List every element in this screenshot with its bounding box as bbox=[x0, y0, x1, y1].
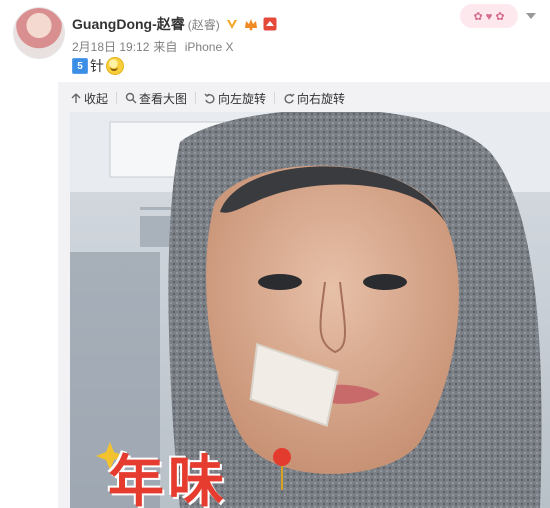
arrow-up-icon bbox=[71, 93, 81, 103]
rotate-left-icon bbox=[204, 93, 215, 104]
rotate-right-label: 向右旋转 bbox=[297, 91, 346, 106]
chevron-down-icon[interactable] bbox=[526, 13, 536, 19]
media-toolbar: 收起 查看大图 向左旋转 向右旋转 bbox=[70, 90, 345, 106]
toolbar-divider bbox=[274, 92, 276, 104]
new-year-text: 年味 bbox=[108, 450, 228, 508]
rotate-right-icon bbox=[284, 93, 295, 104]
author-remark: (赵睿) bbox=[187, 17, 220, 32]
keycap-number: 5 bbox=[72, 58, 88, 74]
author-row: GuangDong-赵睿 (赵睿) bbox=[72, 14, 277, 34]
rotate-left-button[interactable]: 向左旋转 bbox=[204, 90, 266, 107]
post-meta: 2月18日 19:12 来自 iPhone X bbox=[72, 38, 237, 55]
toolbar-divider bbox=[116, 92, 118, 104]
post-photo[interactable]: 年味 bbox=[70, 112, 550, 508]
source-prefix: 来自 bbox=[153, 40, 178, 54]
post-timestamp[interactable]: 2月18日 19:12 bbox=[72, 40, 149, 54]
collapse-label: 收起 bbox=[84, 91, 109, 106]
activity-badge-icon bbox=[263, 17, 277, 31]
view-large-button[interactable]: 查看大图 bbox=[125, 90, 187, 107]
smile-emoji-icon bbox=[106, 57, 124, 75]
weibo-post-card: GuangDong-赵睿 (赵睿) 2月18日 19:12 来自 iPhone X… bbox=[0, 0, 550, 508]
post-text-suffix: 针 bbox=[90, 58, 104, 74]
verified-badge-icon bbox=[226, 20, 237, 29]
post-source[interactable]: iPhone X bbox=[185, 40, 234, 54]
rotate-left-label: 向左旋转 bbox=[218, 91, 267, 106]
author-name[interactable]: GuangDong-赵睿 bbox=[72, 14, 185, 34]
member-crown-icon bbox=[244, 19, 257, 31]
toolbar-divider bbox=[195, 92, 197, 104]
post-text: 5 针 bbox=[72, 56, 124, 76]
top-right-controls: ✿ ♥ ✿ bbox=[460, 4, 536, 28]
view-large-label: 查看大图 bbox=[139, 91, 188, 106]
decorative-doodle-icon: ✿ ♥ ✿ bbox=[460, 4, 518, 28]
search-icon bbox=[125, 92, 137, 104]
avatar[interactable] bbox=[14, 8, 64, 58]
rotate-right-button[interactable]: 向右旋转 bbox=[283, 90, 345, 107]
collapse-button[interactable]: 收起 bbox=[70, 90, 108, 107]
